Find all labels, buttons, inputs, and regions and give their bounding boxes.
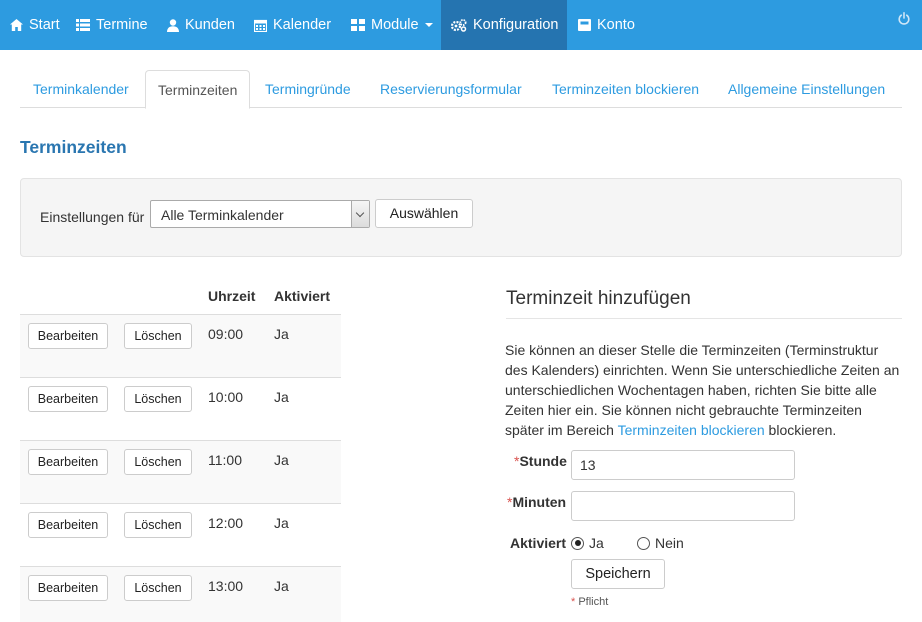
power-icon bbox=[898, 12, 910, 25]
block-times-link[interactable]: Terminzeiten blockieren bbox=[618, 422, 765, 438]
required-note: * Pflicht bbox=[571, 596, 608, 608]
tab-termingruende[interactable]: Termingründe bbox=[265, 70, 351, 108]
hour-input[interactable] bbox=[571, 450, 795, 480]
form-heading-divider bbox=[506, 318, 902, 319]
logout-button[interactable] bbox=[898, 12, 910, 28]
time-cell: 10:00 bbox=[208, 389, 244, 405]
edit-button[interactable]: Bearbeiten bbox=[28, 512, 108, 538]
table-row: Bearbeiten Löschen 11:00 Ja bbox=[20, 440, 341, 503]
minutes-label-text: Minuten bbox=[512, 494, 567, 510]
nav-kalender[interactable]: Kalender bbox=[254, 0, 331, 50]
nav-module-dropdown[interactable]: Module bbox=[351, 0, 433, 50]
nav-start[interactable]: Start bbox=[10, 0, 60, 50]
minutes-label: *Minuten bbox=[507, 494, 566, 510]
hour-label-text: Stunde bbox=[519, 453, 567, 469]
radio-active-no[interactable]: Nein bbox=[637, 535, 684, 551]
user-icon bbox=[167, 18, 179, 32]
radio-unchecked-icon bbox=[637, 536, 650, 550]
table-row: Bearbeiten Löschen 10:00 Ja bbox=[20, 377, 341, 440]
home-icon bbox=[10, 19, 23, 31]
radio-checked-icon bbox=[571, 536, 584, 550]
nav-konfiguration-label: Konfiguration bbox=[473, 17, 559, 33]
description-text-end: blockieren. bbox=[764, 422, 837, 438]
page-title: Terminzeiten bbox=[20, 137, 127, 157]
nav-kunden[interactable]: Kunden bbox=[167, 0, 235, 50]
table-row: Bearbeiten Löschen 09:00 Ja bbox=[20, 314, 341, 377]
edit-button[interactable]: Bearbeiten bbox=[28, 449, 108, 475]
grid-icon bbox=[351, 19, 365, 31]
column-header-time: Uhrzeit bbox=[208, 288, 256, 304]
gears-icon bbox=[451, 18, 467, 32]
radio-active-yes[interactable]: Ja bbox=[571, 535, 604, 551]
list-icon bbox=[76, 19, 90, 31]
delete-button[interactable]: Löschen bbox=[124, 323, 192, 349]
active-cell: Ja bbox=[274, 515, 289, 531]
nav-konfiguration[interactable]: Konfiguration bbox=[441, 0, 567, 50]
time-cell: 09:00 bbox=[208, 326, 244, 342]
add-time-heading: Terminzeit hinzufügen bbox=[506, 288, 691, 309]
active-cell: Ja bbox=[274, 326, 289, 342]
time-cell: 12:00 bbox=[208, 515, 244, 531]
calendar-selector-panel: Einstellungen für Alle Terminkalender Au… bbox=[20, 178, 902, 257]
inbox-icon bbox=[578, 19, 591, 31]
nav-module-label: Module bbox=[371, 17, 419, 33]
nav-konto[interactable]: Konto bbox=[578, 0, 635, 50]
nav-termine[interactable]: Termine bbox=[76, 0, 148, 50]
top-navbar: Start Termine Kunden Kalender Module Kon… bbox=[0, 0, 922, 50]
tab-terminzeiten[interactable]: Terminzeiten bbox=[145, 70, 251, 109]
edit-button[interactable]: Bearbeiten bbox=[28, 386, 108, 412]
tab-reservierungsformular[interactable]: Reservierungsformular bbox=[380, 70, 522, 108]
nav-termine-label: Termine bbox=[96, 17, 148, 33]
radio-no-label: Nein bbox=[655, 535, 684, 551]
delete-button[interactable]: Löschen bbox=[124, 575, 192, 601]
active-cell: Ja bbox=[274, 578, 289, 594]
tab-allgemeine-einstellungen[interactable]: Allgemeine Einstellungen bbox=[728, 70, 885, 108]
delete-button[interactable]: Löschen bbox=[124, 449, 192, 475]
settings-for-label: Einstellungen für bbox=[40, 209, 145, 225]
minutes-input[interactable] bbox=[571, 491, 795, 521]
nav-konto-label: Konto bbox=[597, 17, 635, 33]
column-header-active: Aktiviert bbox=[274, 288, 331, 304]
delete-button[interactable]: Löschen bbox=[124, 386, 192, 412]
settings-tabs: Terminkalender Terminzeiten Termingründe… bbox=[20, 70, 902, 109]
nav-kalender-label: Kalender bbox=[273, 17, 332, 33]
calendar-select[interactable]: Alle Terminkalender bbox=[150, 200, 370, 228]
form-description: Sie können an dieser Stelle die Terminze… bbox=[505, 340, 903, 440]
hour-label: *Stunde bbox=[514, 453, 567, 469]
required-note-text: Pflicht bbox=[578, 596, 609, 608]
table-row: Bearbeiten Löschen 13:00 Ja bbox=[20, 566, 341, 622]
table-row: Bearbeiten Löschen 12:00 Ja bbox=[20, 503, 341, 566]
calendar-select-value: Alle Terminkalender bbox=[161, 207, 284, 223]
edit-button[interactable]: Bearbeiten bbox=[28, 575, 108, 601]
required-mark: * bbox=[571, 596, 576, 608]
nav-kunden-label: Kunden bbox=[185, 17, 235, 33]
delete-button[interactable]: Löschen bbox=[124, 512, 192, 538]
select-calendar-button[interactable]: Auswählen bbox=[375, 199, 473, 228]
caret-down-icon bbox=[424, 23, 433, 27]
active-cell: Ja bbox=[274, 452, 289, 468]
tab-terminzeiten-blockieren[interactable]: Terminzeiten blockieren bbox=[552, 70, 699, 108]
active-cell: Ja bbox=[274, 389, 289, 405]
calendar-icon bbox=[254, 19, 267, 32]
active-label: Aktiviert bbox=[510, 535, 567, 551]
nav-start-label: Start bbox=[29, 17, 60, 33]
save-button[interactable]: Speichern bbox=[571, 559, 665, 589]
radio-yes-label: Ja bbox=[589, 535, 604, 551]
tab-terminkalender[interactable]: Terminkalender bbox=[33, 70, 129, 108]
edit-button[interactable]: Bearbeiten bbox=[28, 323, 108, 349]
time-cell: 13:00 bbox=[208, 578, 244, 594]
time-cell: 11:00 bbox=[208, 452, 242, 468]
chevron-down-icon bbox=[351, 201, 369, 227]
